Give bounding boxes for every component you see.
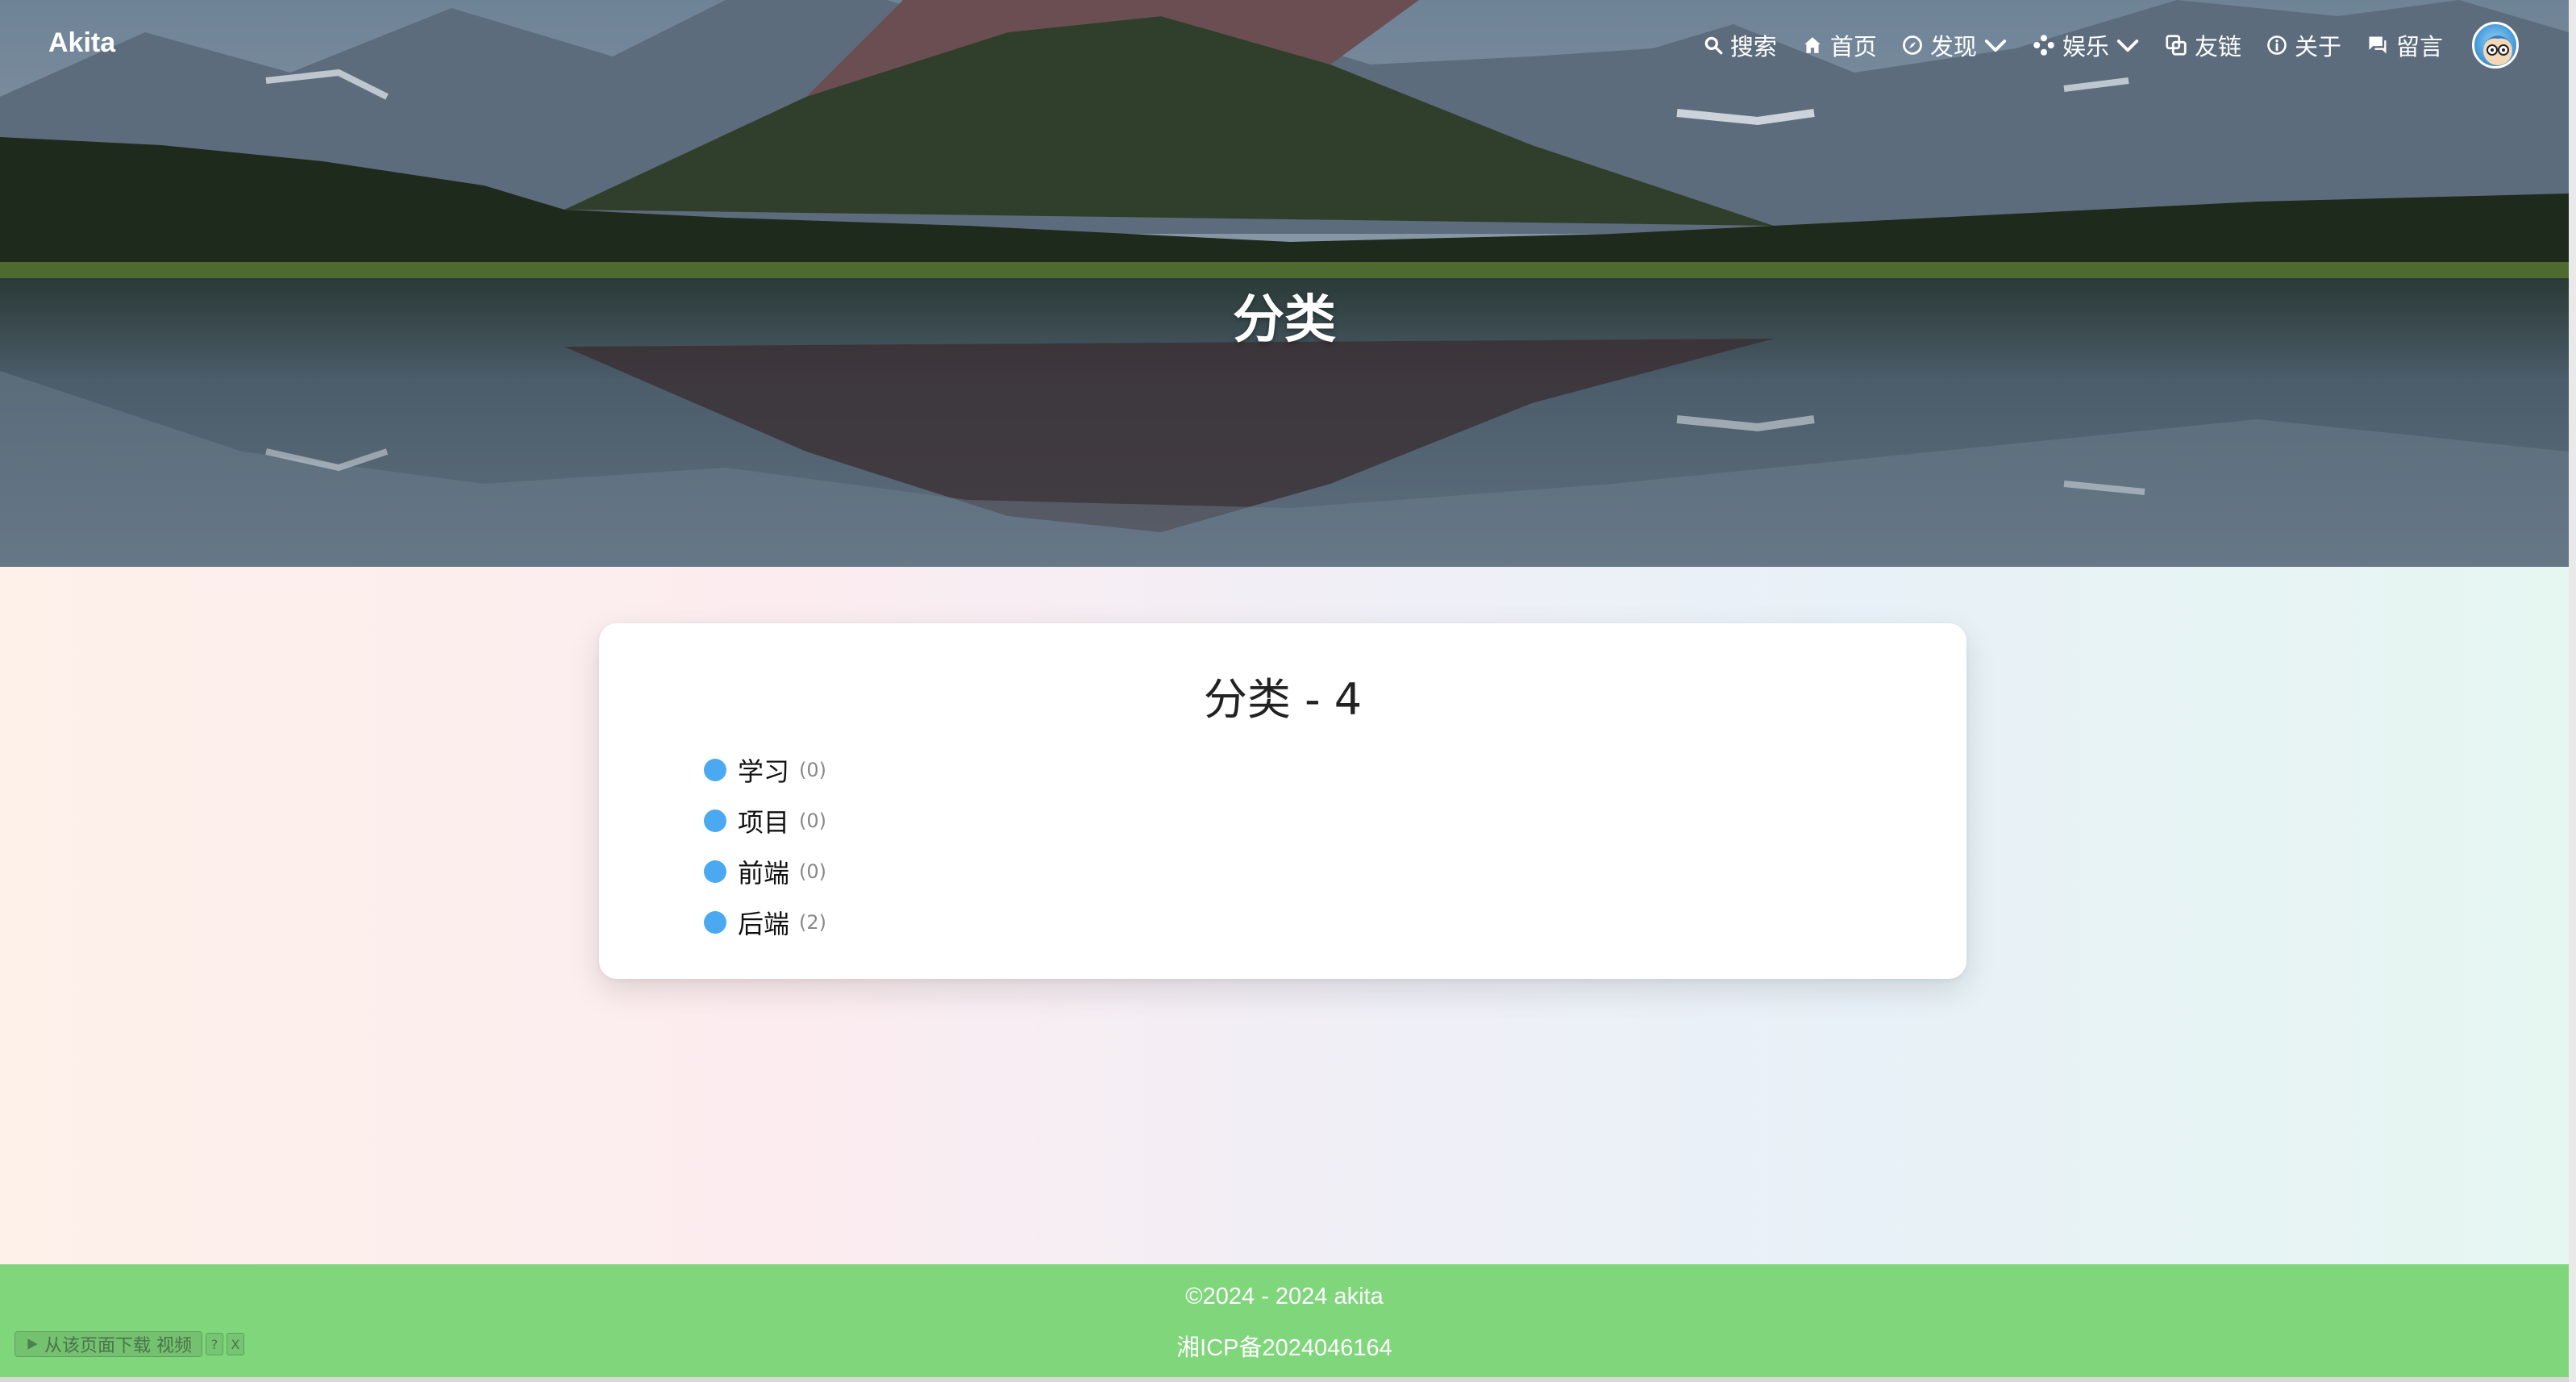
category-item-study[interactable]: 学习 (0) [704,744,826,795]
category-name: 后端 [738,908,790,939]
page: 分类 Akita 搜索 首页 发现 娱乐 友链 关于 留言 分类 - 4 学习 … [0,0,2576,1382]
bullet-dot-icon [704,910,726,934]
scrollbar[interactable] [2569,0,2576,1382]
play-icon [27,1338,38,1350]
category-count: (0) [799,758,827,781]
avatar-image [2482,35,2513,65]
chevron-down-icon [1984,40,2007,52]
video-download-button[interactable]: 从该页面下载 视频 [15,1331,202,1357]
category-name: 学习 [738,756,790,787]
category-name: 前端 [738,857,790,889]
link-icon [2166,35,2187,56]
nav-item-guestbook[interactable]: 留言 [2366,28,2443,62]
category-list: 学习 (0) 项目 (0) 前端 (0) 后端 (2) [704,744,826,947]
top-navbar: Akita 搜索 首页 发现 娱乐 友链 关于 留言 [0,0,2569,90]
category-item-backend[interactable]: 后端 (2) [704,897,826,947]
nav-item-label: 搜索 [1729,33,1777,60]
avatar[interactable] [2472,22,2519,69]
compass-icon [1903,35,1922,55]
nav-item-friend-links[interactable]: 友链 [2164,28,2241,62]
category-count: (0) [799,809,827,832]
info-icon [2267,35,2287,55]
category-item-frontend[interactable]: 前端 (0) [704,846,826,897]
nav-item-label: 娱乐 [2062,33,2109,60]
games-icon [2033,35,2054,56]
nav-item-label: 关于 [2294,33,2341,60]
help-button[interactable]: ? [206,1333,223,1355]
nav-item-search[interactable]: 搜索 [1703,28,1777,62]
category-card: 分类 - 4 学习 (0) 项目 (0) 前端 (0) 后端 (2) [599,623,1966,979]
category-count: (0) [799,860,827,883]
close-button[interactable]: X [227,1333,244,1355]
nav-item-discover[interactable]: 发现 [1901,28,2008,62]
nav-item-home[interactable]: 首页 [1801,28,1877,62]
site-brand[interactable]: Akita [48,27,115,59]
footer-icp-link[interactable]: 湘ICP备2024046164 [0,1329,2569,1363]
bullet-dot-icon [704,860,726,883]
nav-menu: 搜索 首页 发现 娱乐 友链 关于 留言 [1703,19,2519,71]
video-download-label: 从该页面下载 视频 [44,1336,192,1356]
bullet-dot-icon [704,758,726,781]
nav-item-entertainment[interactable]: 娱乐 [2032,28,2140,62]
nav-item-label: 友链 [2194,33,2241,60]
category-card-title: 分类 - 4 [1203,674,1363,725]
home-icon [1804,37,1821,53]
footer: ©2024 - 2024 akita 湘ICP备2024046164 [0,1264,2569,1377]
footer-copyright: ©2024 - 2024 akita [1185,1284,1384,1309]
message-icon [2369,36,2387,54]
category-name: 项目 [738,806,790,838]
search-icon [1704,36,1723,55]
nav-item-about[interactable]: 关于 [2266,28,2341,62]
bottom-divider [0,1377,2569,1382]
video-download-widget: 从该页面下载 视频 ? X [15,1330,244,1358]
chevron-down-icon [2116,40,2139,52]
nav-item-label: 首页 [1829,33,1877,60]
bullet-dot-icon [704,809,726,832]
category-count: (2) [799,910,827,934]
nav-item-label: 发现 [1929,33,1977,60]
page-title: 分类 [1233,290,1336,350]
main-content: 分类 - 4 学习 (0) 项目 (0) 前端 (0) 后端 (2) [0,567,2569,1264]
nav-item-label: 留言 [2395,33,2443,60]
category-item-project[interactable]: 项目 (0) [704,795,826,846]
